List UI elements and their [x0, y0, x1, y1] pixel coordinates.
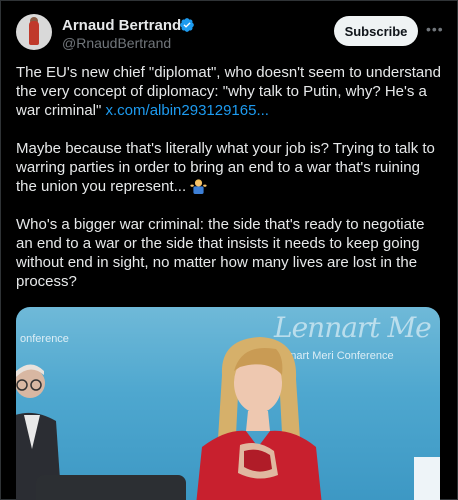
author-handle[interactable]: @RnaudBertrand — [62, 35, 171, 51]
tweet-link[interactable]: x.com/albin293129165... — [106, 102, 269, 119]
subscribe-button[interactable]: Subscribe — [334, 16, 418, 46]
speaker-figure — [196, 337, 322, 500]
avatar[interactable] — [16, 14, 52, 50]
verified-badge-icon — [180, 18, 194, 32]
tweet-video-thumbnail[interactable]: Lennart Me onference ennart Meri Confere… — [16, 307, 440, 500]
backdrop-text-left: onference — [20, 333, 69, 345]
foreground-object — [414, 457, 440, 500]
tweet-paragraph-2: Maybe because that's literally what your… — [16, 139, 444, 196]
author-name[interactable]: Arnaud Bertrand — [62, 17, 181, 34]
chair — [36, 475, 186, 500]
avatar-figure — [29, 21, 39, 45]
tweet-header: Arnaud Bertrand @RnaudBertrand Subscribe… — [16, 14, 444, 54]
person-shrugging-emoji-icon — [190, 179, 207, 194]
more-horizontal-icon[interactable]: ••• — [426, 22, 444, 40]
tweet-paragraph-2-text: Maybe because that's literally what your… — [16, 140, 435, 195]
tweet-paragraph-1: The EU's new chief "diplomat", who doesn… — [16, 63, 444, 120]
tweet-text: The EU's new chief "diplomat", who doesn… — [16, 63, 444, 310]
tweet-paragraph-3: Who's a bigger war criminal: the side th… — [16, 216, 425, 290]
